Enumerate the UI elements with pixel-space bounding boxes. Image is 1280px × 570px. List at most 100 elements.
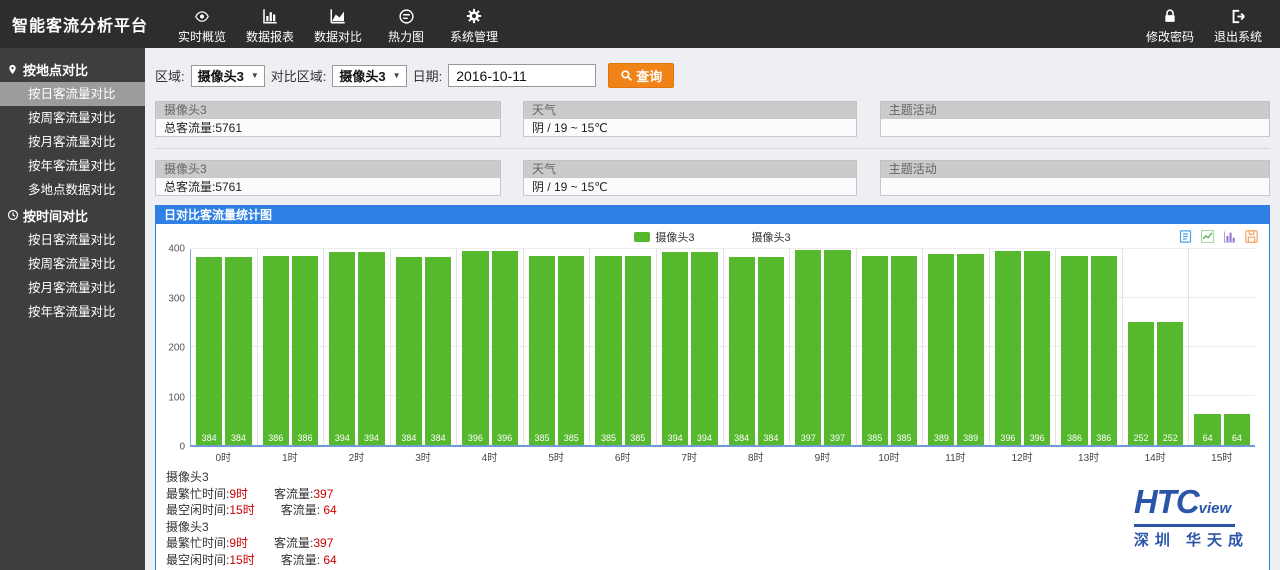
bar-value-label: 389 — [928, 433, 954, 443]
bar: 389 — [957, 254, 983, 445]
bar: 385 — [862, 256, 888, 445]
nav-item-system-manage[interactable]: 系统管理 — [440, 4, 508, 45]
bar-group: 6464 — [1189, 249, 1255, 445]
compare-area-select[interactable]: 摄像头3 ▼ — [332, 65, 406, 87]
legend-label: 摄像头3 — [752, 229, 791, 245]
sidebar-section-title: 按时间对比 — [0, 202, 145, 228]
legend-item-series1[interactable]: 摄像头3 — [634, 229, 694, 245]
bar: 386 — [263, 256, 289, 445]
sidebar-item[interactable]: 按日客流量对比 — [0, 82, 145, 106]
sidebar-item[interactable]: 按月客流量对比 — [0, 276, 145, 300]
htcview-logo: HTCview 深圳 华天成 — [1134, 487, 1253, 550]
sidebar-item[interactable]: 按日客流量对比 — [0, 228, 145, 252]
nav-item-data-report[interactable]: 数据报表 — [236, 4, 304, 45]
legend-label: 摄像头3 — [655, 229, 694, 245]
bar: 252 — [1157, 322, 1183, 445]
bar-value-label: 384 — [729, 433, 755, 443]
app-window: 智能客流分析平台 实时概览 数据报表 数据对比 — [0, 0, 1280, 570]
weather-info-box: 天气 阴 / 19 ~ 15℃ — [523, 101, 858, 137]
sidebar-item[interactable]: 多地点数据对比 — [0, 178, 145, 202]
query-button[interactable]: 查询 — [608, 63, 674, 88]
sidebar-item[interactable]: 按年客流量对比 — [0, 154, 145, 178]
chart-panel: 日对比客流量统计图 摄像头3 摄像头3 — [155, 205, 1270, 570]
heatmap-icon — [398, 7, 415, 26]
activity-info-box: 主题活动 — [880, 160, 1270, 196]
bar-group: 384384 — [391, 249, 458, 445]
summary-camera-name: 摄像头3 — [166, 469, 337, 486]
nav-item-logout[interactable]: 退出系统 — [1204, 4, 1272, 45]
bar: 385 — [558, 256, 584, 445]
bar-group: 394394 — [324, 249, 391, 445]
date-input[interactable] — [448, 64, 596, 87]
bar: 386 — [292, 256, 318, 445]
bar-value-label: 396 — [995, 433, 1021, 443]
clock-icon — [6, 209, 19, 221]
bar-value-label: 386 — [1091, 433, 1117, 443]
bar-group: 384384 — [191, 249, 258, 445]
activity-title: 主题活动 — [880, 160, 1270, 177]
nav-item-heatmap[interactable]: 热力图 — [372, 4, 440, 45]
bar: 386 — [1091, 256, 1117, 445]
summary-busy-line: 最繁忙时间:9时客流量:397 — [166, 535, 337, 552]
x-axis-label: 0时 — [190, 449, 257, 463]
summaries: 摄像头3 最繁忙时间:9时客流量:397 最空闲时间:15时客流量: 64 摄像… — [166, 469, 337, 568]
y-axis-tick: 300 — [168, 293, 185, 304]
gear-icon — [465, 7, 483, 26]
bar-value-label: 394 — [691, 433, 717, 443]
x-axis: 0时1时2时3时4时5时6时7时8时9时10时11时12时13时14时15时 — [190, 449, 1255, 463]
chart-toolbox — [1178, 229, 1259, 244]
y-axis-tick: 100 — [168, 392, 185, 403]
bar: 397 — [824, 250, 850, 445]
bar-chart-switch-icon[interactable] — [1222, 229, 1237, 244]
bar-group: 396396 — [990, 249, 1057, 445]
bar-value-label: 397 — [795, 433, 821, 443]
bar: 385 — [529, 256, 555, 445]
logo-brand: HTCview — [1134, 487, 1235, 527]
x-axis-label: 9时 — [789, 449, 856, 463]
location-pin-icon — [6, 63, 19, 76]
bar: 394 — [691, 252, 717, 445]
camera-total-flow: 总客流量:5761 — [155, 118, 501, 137]
activity-info-box: 主题活动 — [880, 101, 1270, 137]
sidebar-item[interactable]: 按月客流量对比 — [0, 130, 145, 154]
weather-info-box: 天气 阴 / 19 ~ 15℃ — [523, 160, 858, 196]
nav-right: 修改密码 退出系统 — [1136, 4, 1280, 45]
camera-info-box: 摄像头3 总客流量:5761 — [155, 101, 501, 137]
x-axis-label: 10时 — [856, 449, 923, 463]
sidebar-item[interactable]: 按周客流量对比 — [0, 106, 145, 130]
bar-value-label: 386 — [1061, 433, 1087, 443]
chevron-down-icon: ▼ — [393, 71, 401, 80]
eye-icon — [192, 7, 212, 26]
line-chart-switch-icon[interactable] — [1200, 229, 1215, 244]
area-select-value: 摄像头3 — [198, 66, 244, 85]
bar-value-label: 397 — [824, 433, 850, 443]
bar-group: 252252 — [1123, 249, 1190, 445]
top-nav: 智能客流分析平台 实时概览 数据报表 数据对比 — [0, 0, 1280, 48]
bar-group: 386 386 — [1056, 249, 1123, 445]
bar: 384 — [196, 257, 222, 445]
x-axis-label: 11时 — [922, 449, 989, 463]
bar-group: 385385 — [524, 249, 591, 445]
bar: 385 — [625, 256, 651, 445]
summary-camera-name: 摄像头3 — [166, 519, 337, 536]
sidebar: 按地点对比按日客流量对比按周客流量对比按月客流量对比按年客流量对比多地点数据对比… — [0, 48, 145, 570]
chart-panel-title: 日对比客流量统计图 — [156, 206, 1269, 224]
nav-item-change-password[interactable]: 修改密码 — [1136, 4, 1204, 45]
data-view-icon[interactable] — [1178, 229, 1193, 244]
legend-item-series2[interactable]: 摄像头3 — [731, 229, 791, 245]
sidebar-item[interactable]: 按年客流量对比 — [0, 300, 145, 324]
area-select[interactable]: 摄像头3 ▼ — [191, 65, 265, 87]
nav-label: 热力图 — [388, 28, 424, 45]
activity-title: 主题活动 — [880, 101, 1270, 118]
save-image-icon[interactable] — [1244, 229, 1259, 244]
nav-item-realtime-overview[interactable]: 实时概览 — [168, 4, 236, 45]
nav-item-data-compare[interactable]: 数据对比 — [304, 4, 372, 45]
search-icon — [620, 69, 633, 82]
query-button-label: 查询 — [636, 66, 662, 85]
bar-value-label: 252 — [1157, 433, 1183, 443]
legend-row: 摄像头3 摄像头3 — [156, 224, 1269, 249]
sidebar-item[interactable]: 按周客流量对比 — [0, 252, 145, 276]
info-row: 摄像头3 总客流量:5761 天气 阴 / 19 ~ 15℃ 主题活动 — [155, 101, 1270, 149]
bar-value-label: 252 — [1128, 433, 1154, 443]
nav-label: 修改密码 — [1146, 28, 1194, 45]
